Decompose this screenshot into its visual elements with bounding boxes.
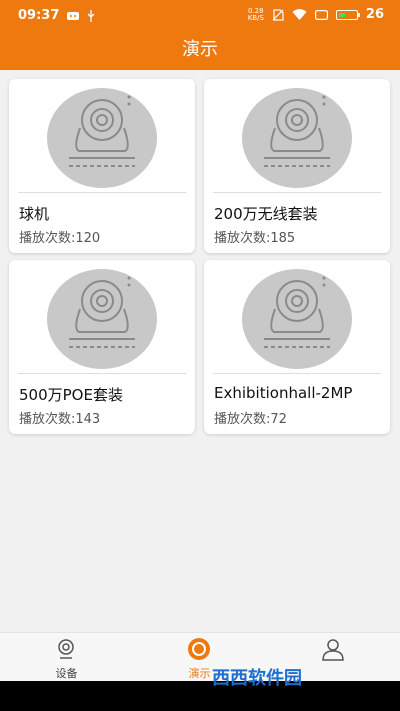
device-title: Exhibitionhall-2MP [214, 384, 353, 402]
status-bar: 09:37 0.28 KB/S 26 [0, 0, 400, 33]
battery-level: 26 [365, 7, 384, 22]
message-icon [314, 9, 328, 20]
play-count: 播放次数:72 [214, 412, 287, 427]
device-title: 球机 [19, 205, 50, 223]
play-count: 播放次数:143 [19, 412, 101, 427]
demo-icon [188, 638, 210, 660]
play-count: 播放次数:185 [214, 231, 296, 246]
card-divider [18, 373, 186, 374]
network-speed: 0.28 KB/S [247, 6, 264, 22]
camera-icon [58, 639, 74, 659]
camera-placeholder-icon [69, 95, 135, 167]
tab-label: 设备 [55, 667, 78, 680]
notification-icon [67, 11, 80, 20]
usb-icon [87, 9, 95, 22]
user-icon [322, 639, 344, 661]
device-card[interactable]: 500万POE套装 播放次数:143 [9, 260, 195, 434]
system-nav-bar [0, 681, 400, 711]
card-divider [213, 192, 381, 193]
device-thumbnail [242, 88, 352, 188]
device-thumbnail [47, 269, 157, 369]
battery-icon [335, 9, 360, 20]
play-count: 播放次数:120 [19, 231, 101, 246]
watermark: 西西软件园 [212, 668, 302, 689]
device-thumbnail [47, 88, 157, 188]
device-title: 200万无线套装 [214, 205, 318, 223]
device-card[interactable]: 200万无线套装 播放次数:185 [204, 79, 390, 253]
bottom-nav: 设备 演示 [0, 632, 400, 682]
wifi-icon [292, 8, 307, 20]
camera-placeholder-icon [69, 276, 135, 348]
camera-placeholder-icon [264, 95, 330, 167]
device-thumbnail [242, 269, 352, 369]
device-card[interactable]: Exhibitionhall-2MP 播放次数:72 [204, 260, 390, 434]
device-card[interactable]: 球机 播放次数:120 [9, 79, 195, 253]
tab-devices[interactable]: 设备 [0, 633, 133, 682]
app-bar: 演示 [0, 33, 400, 70]
camera-placeholder-icon [264, 276, 330, 348]
card-divider [18, 192, 186, 193]
no-sim-icon [272, 8, 284, 21]
clock: 09:37 [18, 8, 60, 23]
page-title: 演示 [182, 39, 218, 60]
card-divider [213, 373, 381, 374]
device-title: 500万POE套装 [19, 386, 123, 404]
